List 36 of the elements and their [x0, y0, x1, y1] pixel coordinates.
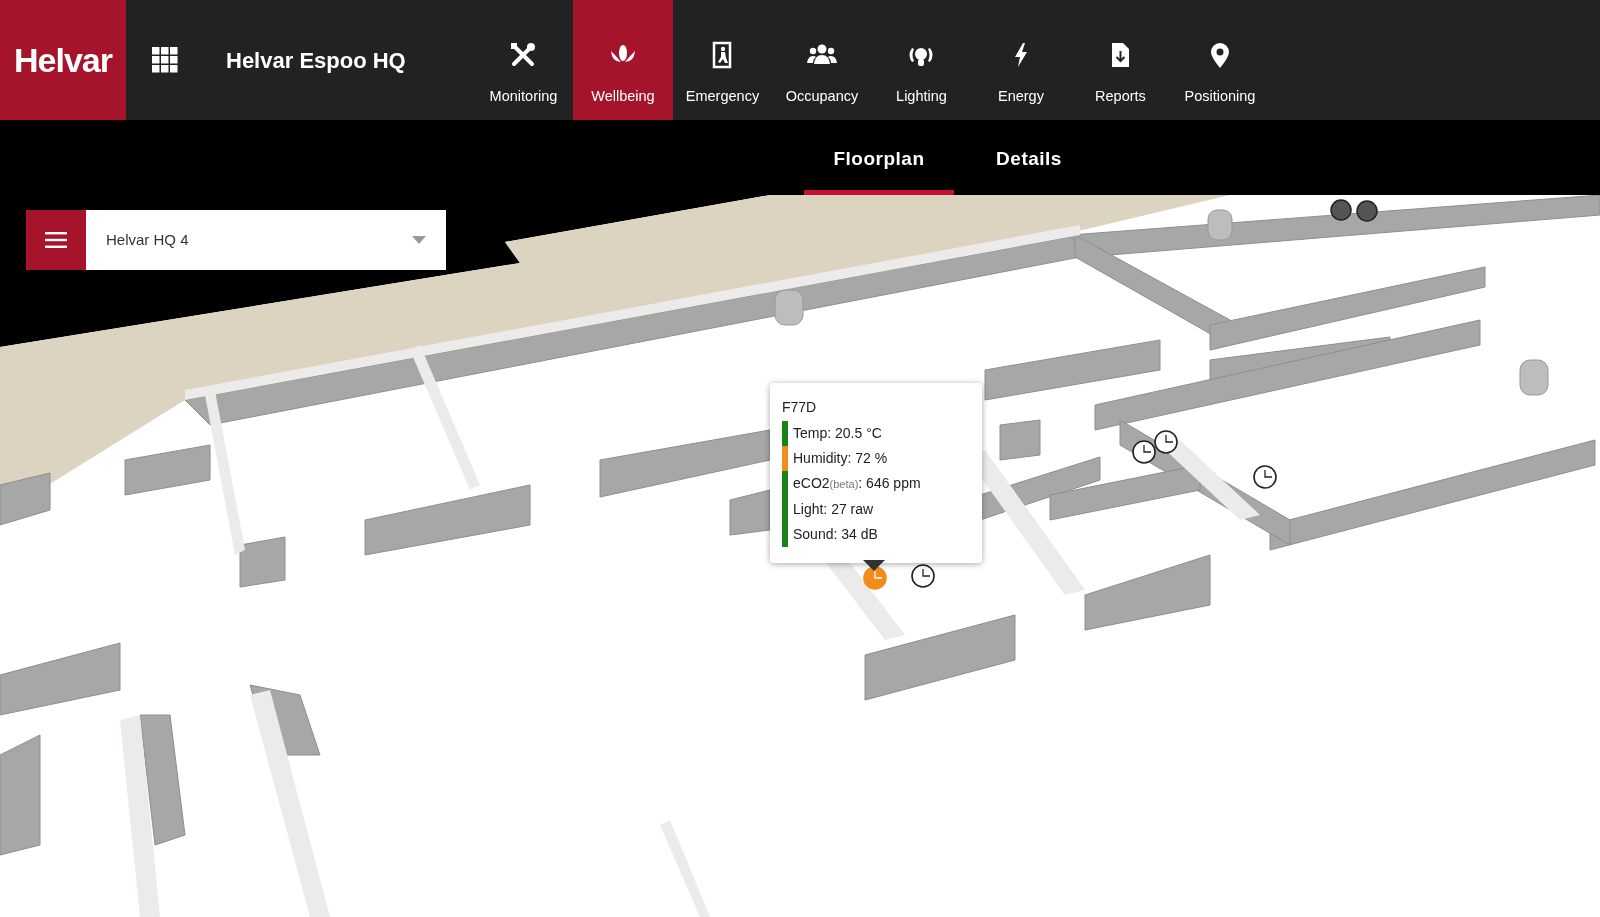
sensor-reading: eCO2(beta): 646 ppm [782, 471, 970, 497]
menu-icon [45, 232, 67, 248]
nav-tab[interactable]: Reports [1070, 0, 1171, 120]
device-marker[interactable] [1330, 199, 1352, 221]
apps-grid-icon[interactable] [152, 47, 178, 73]
caret-icon [412, 236, 426, 244]
pillar [1519, 359, 1549, 396]
pillar [774, 289, 804, 326]
wall [0, 472, 51, 526]
floor-dropdown[interactable]: Helvar HQ 4 [86, 210, 446, 270]
tooltip-pointer [863, 560, 885, 571]
sensor-marker[interactable] [1132, 440, 1156, 464]
nav-tab[interactable]: Lighting [871, 0, 972, 120]
sensor-marker[interactable] [1154, 430, 1178, 454]
nav-tab[interactable]: Positioning [1170, 0, 1270, 120]
sensor-reading: Temp: 20.5 °C [782, 421, 970, 446]
site-title: Helvar Espoo HQ [226, 46, 406, 75]
sensor-marker[interactable] [911, 564, 935, 588]
sensor-marker[interactable] [1253, 465, 1277, 489]
sensor-reading: Sound: 34 dB [782, 522, 970, 547]
view-tab[interactable]: Details [954, 120, 1104, 195]
nav-tab[interactable]: Energy [971, 0, 1071, 120]
nav-tab[interactable]: Emergency [672, 0, 773, 120]
device-marker[interactable] [1356, 200, 1378, 222]
logo: Helvar [14, 39, 112, 81]
sensor-reading: Light: 27 raw [782, 497, 970, 522]
pillar [1207, 209, 1233, 241]
sensor-reading: Humidity: 72 % [782, 446, 970, 471]
nav-tab[interactable]: Monitoring [473, 0, 574, 120]
sensor-name: F77D [782, 398, 818, 417]
wall [239, 536, 286, 588]
floor-value: Helvar HQ 4 [106, 229, 189, 250]
sensor-marker[interactable] [863, 566, 887, 590]
menu-button[interactable] [26, 210, 86, 270]
nav-tab[interactable]: Wellbeing [573, 0, 673, 120]
nav-tab[interactable]: Occupancy [772, 0, 872, 120]
